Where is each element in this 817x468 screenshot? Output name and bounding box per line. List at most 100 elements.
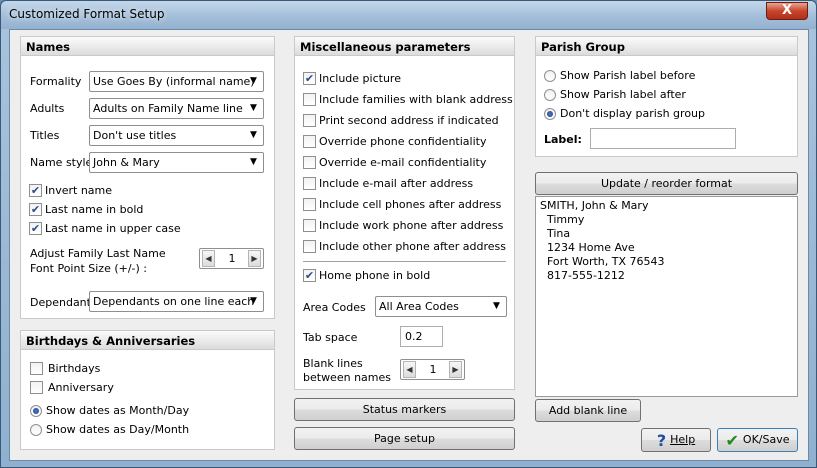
day-month-radio[interactable]	[30, 424, 42, 436]
include-blank-address-checkbox[interactable]	[303, 93, 316, 106]
parish-after-radio[interactable]	[544, 89, 556, 101]
check-icon: ✔	[30, 184, 41, 197]
formality-select[interactable]: Use Goes By (informal name) ▼	[89, 71, 264, 92]
increment-button[interactable]: ▶	[449, 361, 462, 378]
titles-select[interactable]: Don't use titles ▼	[89, 125, 264, 146]
title-bar[interactable]: Customized Format Setup X	[1, 1, 816, 29]
override-email-label: Override e-mail confidentiality	[319, 156, 487, 169]
titles-value: Don't use titles	[93, 129, 177, 142]
dependants-select[interactable]: Dependants on one line each ▼	[89, 291, 264, 312]
chevron-down-icon: ▼	[250, 103, 257, 113]
blank-lines-spinner[interactable]: ◀ 1 ▶	[400, 359, 465, 380]
dialog-window: Customized Format Setup X Names Formalit…	[0, 0, 817, 468]
birthdays-checkbox[interactable]	[30, 362, 43, 375]
invert-name-label: Invert name	[45, 184, 113, 197]
tab-space-label: Tab space	[303, 331, 358, 344]
include-work-checkbox[interactable]	[303, 219, 316, 232]
parish-none-label: Don't display parish group	[560, 107, 706, 120]
override-phone-label: Override phone confidentiality	[319, 135, 487, 148]
birthdays-panel: Birthdays & Anniversaries Birthdays Anni…	[20, 330, 275, 450]
parish-none-radio[interactable]	[544, 108, 556, 120]
dependants-value: Dependants on one line each	[93, 295, 255, 308]
decrement-button[interactable]: ◀	[202, 250, 215, 267]
parish-before-label: Show Parish label before	[560, 69, 696, 82]
last-name-upper-label: Last name in upper case	[45, 222, 181, 235]
month-day-label: Show dates as Month/Day	[46, 404, 190, 417]
ok-save-label: OK/Save	[742, 433, 790, 446]
parish-label-input[interactable]	[590, 128, 736, 149]
include-cell-checkbox[interactable]	[303, 198, 316, 211]
override-email-checkbox[interactable]	[303, 156, 316, 169]
dependants-label: Dependants	[30, 296, 97, 309]
adjust-font-label-line2: Font Point Size (+/-) :	[30, 262, 148, 275]
month-day-radio[interactable]	[30, 405, 42, 417]
parish-panel: Parish Group Show Parish label before Sh…	[535, 36, 798, 157]
preview-line: SMITH, John & Mary	[540, 199, 649, 212]
preview-line: 1234 Home Ave	[540, 241, 635, 254]
name-style-label: Name style	[30, 156, 93, 169]
last-name-bold-checkbox[interactable]: ✔	[29, 203, 42, 216]
format-preview[interactable]: SMITH, John & Mary Timmy Tina 1234 Home …	[535, 196, 798, 397]
adults-label: Adults	[30, 102, 65, 115]
check-icon: ✔	[304, 72, 315, 85]
adults-select[interactable]: Adults on Family Name line ▼	[89, 98, 264, 119]
add-blank-line-button[interactable]: Add blank line	[535, 399, 641, 422]
dialog-client-area: Names Formality Use Goes By (informal na…	[9, 29, 809, 461]
preview-line: 817-555-1212	[540, 269, 625, 282]
parish-header: Parish Group	[536, 37, 797, 56]
font-size-value: 1	[228, 252, 236, 265]
include-other-checkbox[interactable]	[303, 240, 316, 253]
include-picture-label: Include picture	[319, 72, 401, 85]
name-style-select[interactable]: John & Mary ▼	[89, 152, 264, 173]
invert-name-checkbox[interactable]: ✔	[29, 184, 42, 197]
chevron-down-icon: ▼	[250, 130, 257, 140]
chevron-down-icon: ▼	[250, 157, 257, 167]
parish-before-radio[interactable]	[544, 70, 556, 82]
separator	[303, 261, 506, 262]
home-phone-bold-checkbox[interactable]: ✔	[303, 269, 316, 282]
font-size-spinner[interactable]: ◀ 1 ▶	[199, 248, 264, 269]
update-format-button[interactable]: Update / reorder format	[535, 172, 798, 195]
checkmark-icon: ✔	[725, 430, 739, 450]
formality-value: Use Goes By (informal name)	[93, 75, 255, 88]
names-header: Names	[21, 37, 274, 56]
override-phone-checkbox[interactable]	[303, 135, 316, 148]
check-icon: ✔	[30, 222, 41, 235]
anniversary-checkbox[interactable]	[30, 381, 43, 394]
day-month-label: Show dates as Day/Month	[46, 423, 190, 436]
decrement-button[interactable]: ◀	[403, 361, 416, 378]
status-markers-button[interactable]: Status markers	[294, 398, 515, 421]
check-icon: ✔	[30, 203, 41, 216]
include-blank-address-label: Include families with blank address	[319, 93, 513, 106]
increment-button[interactable]: ▶	[248, 250, 261, 267]
question-mark-icon: ?	[656, 430, 667, 450]
chevron-down-icon: ▼	[493, 301, 500, 311]
adults-value: Adults on Family Name line	[93, 102, 243, 115]
anniversary-label: Anniversary	[48, 381, 114, 394]
second-address-checkbox[interactable]	[303, 114, 316, 127]
include-picture-checkbox[interactable]: ✔	[303, 72, 316, 85]
close-button[interactable]: X	[766, 2, 808, 20]
selected-dot-icon	[33, 408, 39, 414]
misc-panel: Miscellaneous parameters ✔ Include pictu…	[294, 36, 515, 390]
blank-lines-label-line2: between names	[303, 371, 391, 384]
include-work-label: Include work phone after address	[319, 219, 504, 232]
area-codes-select[interactable]: All Area Codes ▼	[375, 296, 507, 317]
preview-line: Timmy	[540, 213, 585, 226]
area-codes-value: All Area Codes	[379, 300, 459, 313]
preview-line: Fort Worth, TX 76543	[540, 255, 665, 268]
home-phone-bold-label: Home phone in bold	[319, 269, 431, 282]
parish-label-caption: Label:	[544, 133, 582, 146]
ok-save-button[interactable]: ✔ OK/Save	[717, 428, 798, 452]
include-other-label: Include other phone after address	[319, 240, 506, 253]
tab-space-input[interactable]: 0.2	[400, 326, 443, 347]
include-email-checkbox[interactable]	[303, 177, 316, 190]
birthdays-label: Birthdays	[48, 362, 101, 375]
help-button[interactable]: ? Help	[641, 428, 711, 452]
page-setup-button[interactable]: Page setup	[294, 427, 515, 450]
last-name-upper-checkbox[interactable]: ✔	[29, 222, 42, 235]
help-label: Help	[670, 433, 696, 446]
names-panel: Names Formality Use Goes By (informal na…	[20, 36, 275, 319]
second-address-label: Print second address if indicated	[319, 114, 499, 127]
adjust-font-label-line1: Adjust Family Last Name	[30, 247, 166, 260]
